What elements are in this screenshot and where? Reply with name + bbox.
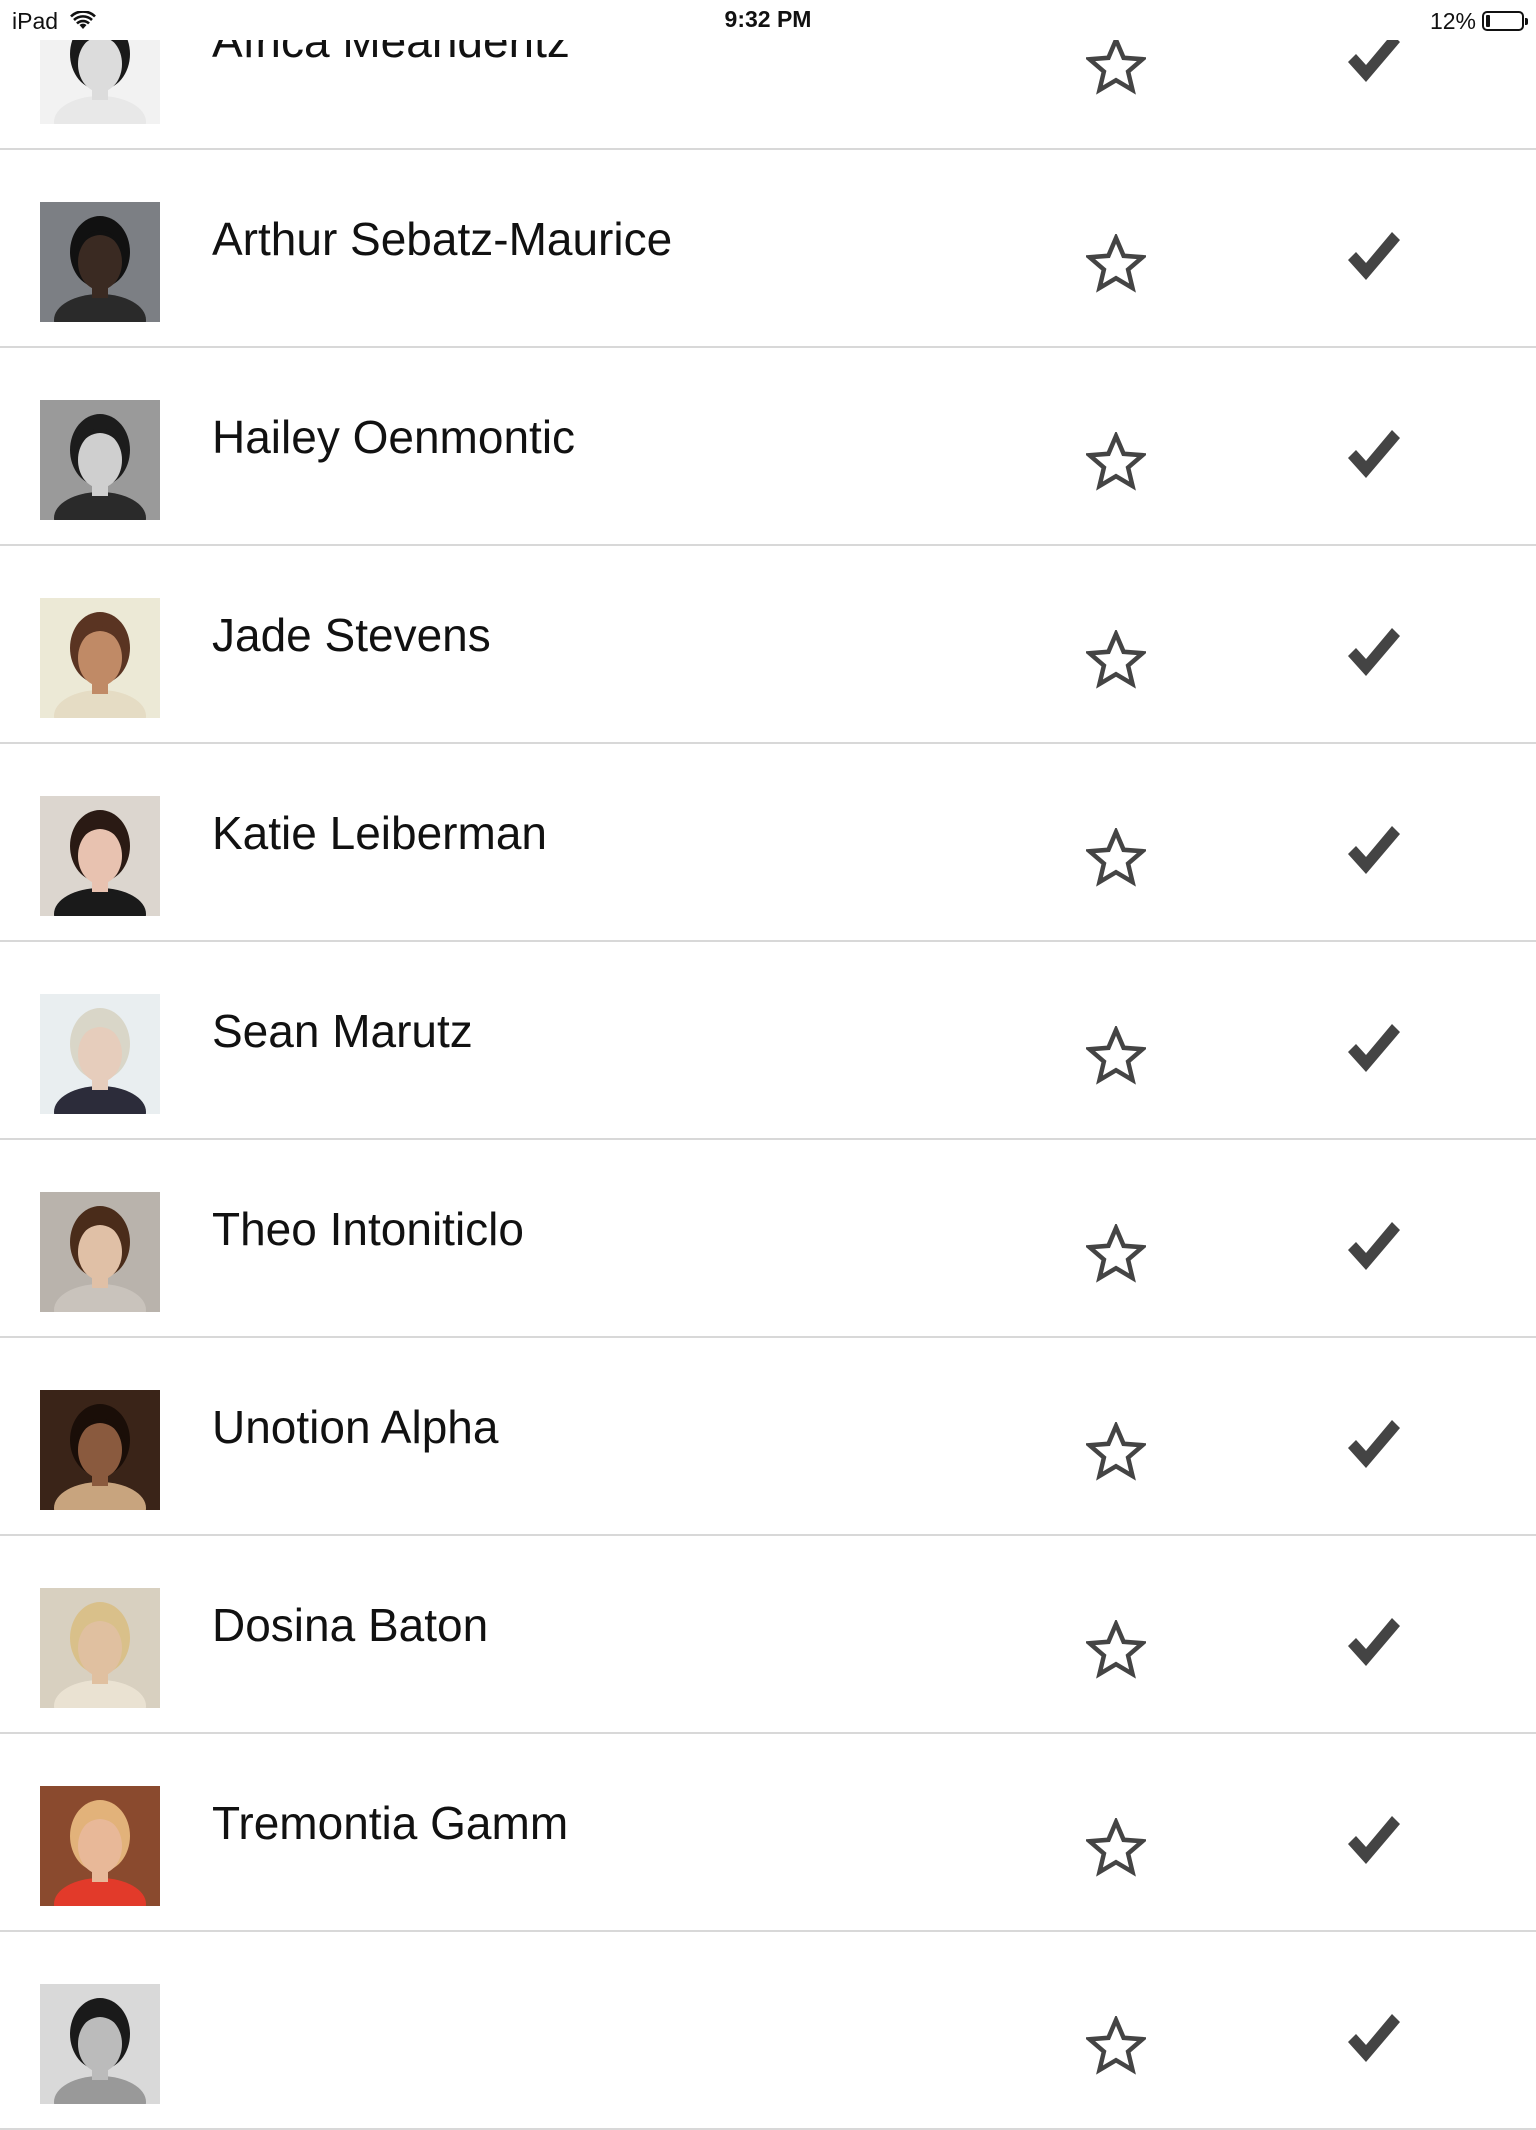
checkmark-icon[interactable] [1342, 1810, 1406, 1874]
person-name: Sean Marutz [212, 1005, 473, 1057]
person-name: Jade Stevens [212, 609, 491, 661]
battery-icon [1482, 11, 1528, 31]
battery-percent: 12% [1429, 7, 1476, 34]
battery-level [1486, 15, 1490, 27]
star-outline-icon[interactable] [1086, 1026, 1146, 1086]
star-outline-icon[interactable] [1086, 36, 1146, 96]
checkmark-icon[interactable] [1342, 226, 1406, 290]
list-item[interactable] [0, 1932, 1536, 2130]
star-outline-icon[interactable] [1086, 1224, 1146, 1284]
list-item[interactable]: Theo Intoniticlo [0, 1140, 1536, 1338]
avatar [40, 1390, 160, 1510]
checkmark-icon[interactable] [1342, 1612, 1406, 1676]
star-outline-icon[interactable] [1086, 630, 1146, 690]
avatar [40, 796, 160, 916]
avatar [40, 598, 160, 718]
status-time: 9:32 PM [724, 6, 812, 32]
star-outline-icon[interactable] [1086, 2016, 1146, 2076]
list-item[interactable]: Jade Stevens [0, 546, 1536, 744]
avatar [40, 1786, 160, 1906]
avatar [40, 400, 160, 520]
star-outline-icon[interactable] [1086, 828, 1146, 888]
list-item[interactable]: Arthur Sebatz-Maurice [0, 150, 1536, 348]
person-name: Katie Leiberman [212, 807, 547, 859]
checkmark-icon[interactable] [1342, 1018, 1406, 1082]
person-name: Unotion Alpha [212, 1401, 499, 1453]
list-item[interactable]: Tremontia Gamm [0, 1734, 1536, 1932]
checkmark-icon[interactable] [1342, 1414, 1406, 1478]
person-name: Hailey Oenmontic [212, 411, 576, 463]
list-item[interactable]: Sean Marutz [0, 942, 1536, 1140]
status-bar: iPad 9:32 PM 12% [0, 0, 1536, 40]
checkmark-icon[interactable] [1342, 622, 1406, 686]
checkmark-icon[interactable] [1342, 2008, 1406, 2072]
list-item[interactable]: Katie Leiberman [0, 744, 1536, 942]
avatar [40, 1192, 160, 1312]
list-item[interactable]: Hailey Oenmontic [0, 348, 1536, 546]
person-name: Theo Intoniticlo [212, 1203, 524, 1255]
list-item[interactable]: Dosina Baton [0, 1536, 1536, 1734]
status-right: 12% [1429, 6, 1528, 36]
people-list: Africa Meanderitz Arthur Sebatz-Maurice … [0, 0, 1536, 2130]
star-outline-icon[interactable] [1086, 1620, 1146, 1680]
checkmark-icon[interactable] [1342, 1216, 1406, 1280]
star-outline-icon[interactable] [1086, 1818, 1146, 1878]
avatar [40, 994, 160, 1114]
star-outline-icon[interactable] [1086, 1422, 1146, 1482]
checkmark-icon[interactable] [1342, 820, 1406, 884]
avatar [40, 1588, 160, 1708]
star-outline-icon[interactable] [1086, 432, 1146, 492]
list-item[interactable]: Unotion Alpha [0, 1338, 1536, 1536]
person-name: Dosina Baton [212, 1599, 489, 1651]
star-outline-icon[interactable] [1086, 234, 1146, 294]
person-name: Arthur Sebatz-Maurice [212, 213, 673, 265]
avatar [40, 1984, 160, 2104]
checkmark-icon[interactable] [1342, 424, 1406, 488]
avatar [40, 202, 160, 322]
person-name: Tremontia Gamm [212, 1797, 569, 1849]
